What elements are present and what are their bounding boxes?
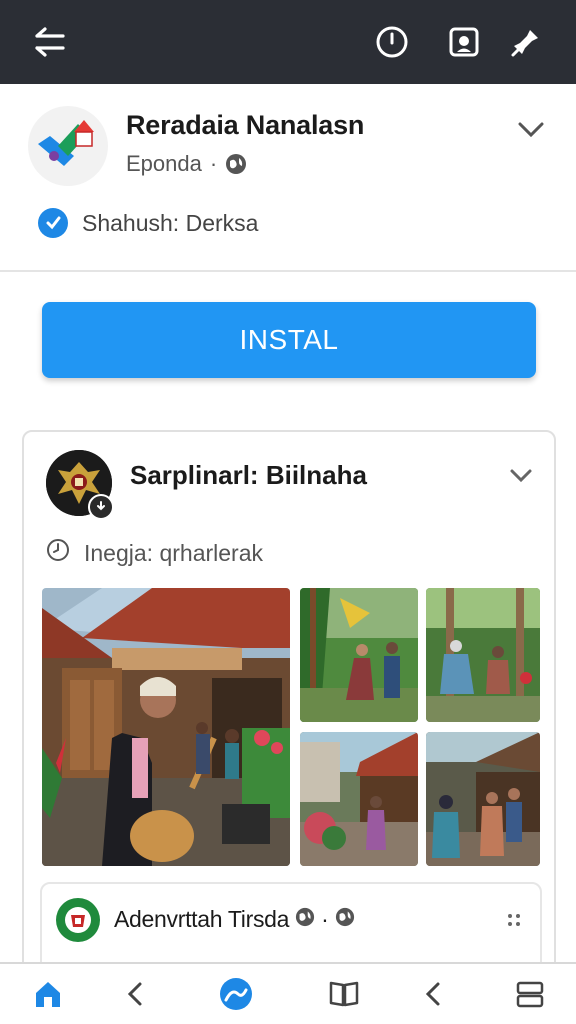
- chevron-down-icon[interactable]: [506, 460, 536, 490]
- tabs-icon[interactable]: [508, 972, 552, 1016]
- comment-author-row: Adenvrttah Tirsda ·: [114, 906, 355, 933]
- photo-5[interactable]: [426, 732, 540, 866]
- photo-main[interactable]: [42, 588, 290, 866]
- verified-text: Shahush: Derksa: [82, 209, 259, 236]
- post-card: Sarplinarl: Biilnaha Inegja: qrharlerak: [22, 430, 556, 990]
- app-category-row: Eponda ·: [126, 151, 247, 177]
- top-toolbar: [0, 0, 576, 84]
- back-icon[interactable]: [114, 972, 158, 1016]
- badge-icon: [88, 494, 114, 520]
- photo-2[interactable]: [300, 588, 418, 722]
- bottom-nav: [0, 962, 576, 1024]
- globe-icon: [225, 153, 247, 175]
- chevron-down-icon[interactable]: [514, 112, 548, 146]
- more-icon[interactable]: [502, 908, 526, 932]
- clock-icon[interactable]: [370, 20, 414, 64]
- browser-icon[interactable]: [214, 972, 258, 1016]
- portrait-icon[interactable]: [442, 20, 486, 64]
- clock-icon: [46, 538, 70, 568]
- app-name: Reradaia Nanalasn: [126, 110, 365, 140]
- photo-4[interactable]: [300, 732, 418, 866]
- post-meta: Inegja: qrharlerak: [46, 538, 263, 568]
- back-icon[interactable]: [412, 972, 456, 1016]
- book-icon[interactable]: [322, 972, 366, 1016]
- post-meta-text: Inegja: qrharlerak: [84, 539, 263, 566]
- install-button[interactable]: INSTAL: [42, 302, 536, 378]
- app-category: Eponda: [126, 151, 202, 176]
- separator: ·: [209, 151, 218, 176]
- globe-icon: [335, 906, 355, 933]
- app-header: Reradaia Nanalasn Eponda · Shahush: Derk…: [0, 84, 576, 272]
- separator: ·: [321, 906, 329, 932]
- pin-icon[interactable]: [504, 20, 548, 64]
- photo-3[interactable]: [426, 588, 540, 722]
- back-arrow-icon[interactable]: [28, 20, 72, 64]
- home-icon[interactable]: [26, 972, 70, 1016]
- post-title[interactable]: Sarplinarl: Biilnaha: [130, 460, 367, 491]
- avatar[interactable]: [56, 898, 100, 942]
- verified-row: Shahush: Derksa: [38, 208, 258, 238]
- verified-icon: [38, 208, 68, 238]
- app-logo: [28, 106, 108, 186]
- globe-icon: [295, 906, 315, 933]
- comment-author[interactable]: Adenvrttah Tirsda: [114, 906, 289, 933]
